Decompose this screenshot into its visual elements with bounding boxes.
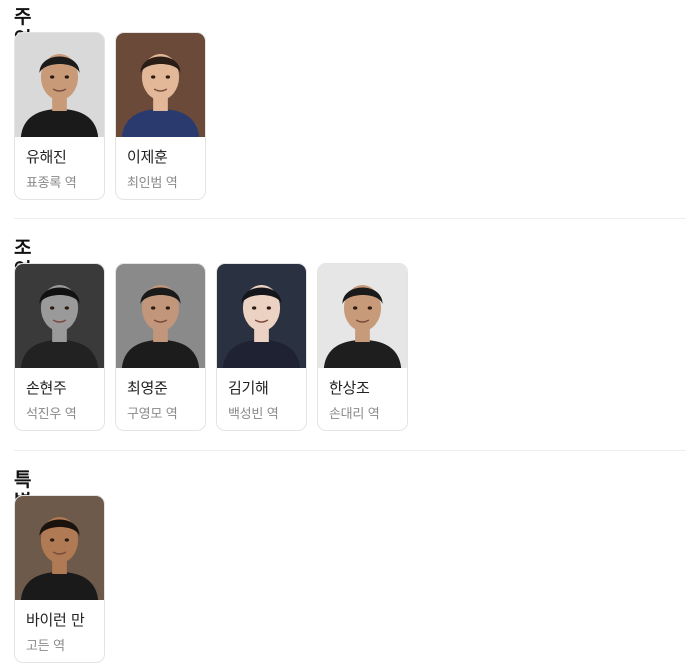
actor-photo [15,33,104,137]
role-name: 고든 역 [26,639,65,654]
role-name: 석진우 역 [26,407,77,422]
role-name: 표종록 역 [26,176,77,191]
actor-name: 한상조 [329,379,370,397]
cast-card[interactable]: 손현주 석진우 역 [14,263,105,431]
actor-name: 바이런 만 [26,611,85,629]
role-name: 최인범 역 [127,176,178,191]
actor-photo [217,264,306,368]
cast-card[interactable]: 한상조 손대리 역 [317,263,408,431]
actor-name: 손현주 [26,379,67,397]
cast-list: 바이런 만 고든 역 [14,495,105,663]
cast-card[interactable]: 김기해 백성빈 역 [216,263,307,431]
actor-name: 이제훈 [127,148,168,166]
actor-name: 최영준 [127,379,168,397]
cast-card[interactable]: 최영준 구영모 역 [115,263,206,431]
section-divider [14,450,686,451]
actor-photo [318,264,407,368]
section-divider [14,218,686,219]
cast-list: 손현주 석진우 역 최영준 구영모 역 김기해 백성빈 역 한상조 손대리 역 [14,263,408,431]
role-name: 백성빈 역 [228,407,279,422]
role-name: 손대리 역 [329,407,380,422]
actor-photo [15,264,104,368]
cast-card[interactable]: 이제훈 최인범 역 [115,32,206,200]
actor-photo [15,496,104,600]
actor-photo [116,33,205,137]
actor-name: 유해진 [26,148,67,166]
actor-name: 김기해 [228,379,269,397]
cast-card[interactable]: 유해진 표종록 역 [14,32,105,200]
cast-card[interactable]: 바이런 만 고든 역 [14,495,105,663]
actor-photo [116,264,205,368]
cast-list: 유해진 표종록 역 이제훈 최인범 역 [14,32,206,200]
role-name: 구영모 역 [127,407,178,422]
